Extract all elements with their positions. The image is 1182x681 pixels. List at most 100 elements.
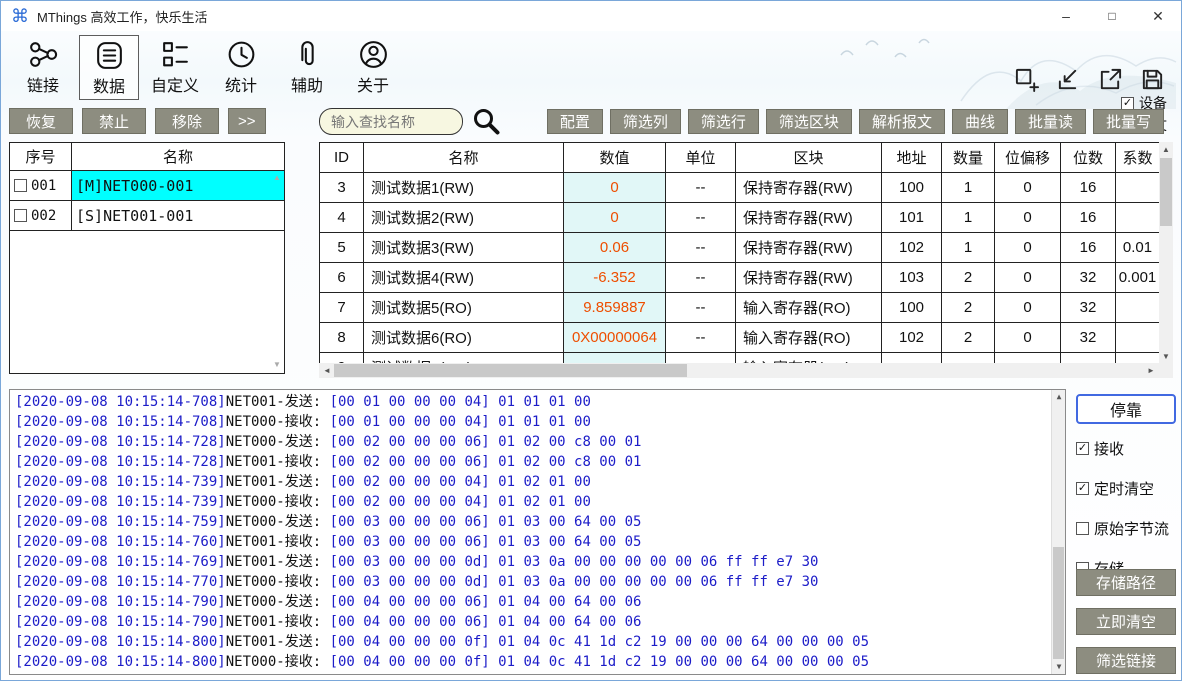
- log-direction: NET000-接收:: [226, 574, 330, 590]
- expand-button[interactable]: >>: [228, 108, 266, 134]
- cell-qty: 1: [942, 233, 995, 263]
- import-button[interactable]: [1056, 67, 1081, 95]
- export-button[interactable]: [1098, 67, 1123, 95]
- timed-clear-checkbox[interactable]: 定时清空: [1076, 478, 1169, 499]
- data-horizontal-scrollbar[interactable]: ◄ ►: [319, 363, 1173, 378]
- data-row[interactable]: 3测试数据1(RW)0--保持寄存器(RW)1001016: [320, 173, 1159, 203]
- filter-link-button[interactable]: 筛选链接: [1076, 647, 1176, 674]
- log-timestamp: [2020-09-08 10:15:14-760]: [15, 534, 226, 550]
- scroll-down-icon[interactable]: ▼: [1159, 349, 1173, 363]
- checkbox-label: 原始字节流: [1094, 518, 1169, 539]
- data-column-header: 位数: [1061, 143, 1116, 173]
- cell-qty: 1: [942, 203, 995, 233]
- data-row[interactable]: 6测试数据4(RW)-6.352--保持寄存器(RW)10320320.001: [320, 263, 1159, 293]
- log-timestamp: [2020-09-08 10:15:14-769]: [15, 554, 226, 570]
- data-column-header: 数值: [564, 143, 666, 173]
- log-hex: [00 01 00 00 00 04] 01 01 01 00: [330, 394, 591, 410]
- data-column-header: 区块: [736, 143, 882, 173]
- receive-checkbox[interactable]: 接收: [1076, 438, 1169, 459]
- log-scrollbar-thumb[interactable]: [1053, 547, 1064, 659]
- restore-button[interactable]: 恢复: [9, 108, 73, 134]
- new-window-button[interactable]: [1014, 67, 1039, 95]
- clear-now-button[interactable]: 立即清空: [1076, 608, 1176, 635]
- device-row-checkbox[interactable]: [14, 179, 27, 192]
- parse-message-button[interactable]: 解析报文: [859, 109, 945, 134]
- close-button[interactable]: ✕: [1135, 1, 1181, 31]
- device-column-header: 名称: [72, 143, 284, 170]
- config-button[interactable]: 配置: [547, 109, 603, 134]
- log-scrollbar[interactable]: ▲ ▼: [1051, 390, 1065, 674]
- log-line: [2020-09-08 10:15:14-800]NET001-发送: [00 …: [15, 632, 1045, 652]
- title-bar: ⌘ MThings 高效工作，快乐生活 – □ ✕: [1, 1, 1181, 31]
- log-line: [2020-09-08 10:15:14-769]NET001-发送: [00 …: [15, 552, 1045, 572]
- log-timestamp: [2020-09-08 10:15:14-790]: [15, 594, 226, 610]
- checkbox-icon[interactable]: [1076, 482, 1089, 495]
- dock-button[interactable]: 停靠: [1076, 394, 1176, 424]
- scroll-up-icon[interactable]: ▲: [1052, 390, 1066, 404]
- remove-button[interactable]: 移除: [155, 108, 219, 134]
- device-row[interactable]: 001[M]NET000-001: [10, 171, 284, 201]
- cell-bit_offset: 0: [995, 263, 1061, 293]
- custom-icon: [159, 38, 192, 71]
- scroll-down-icon[interactable]: ▼: [273, 360, 281, 369]
- batch-read-button[interactable]: 批量读: [1015, 109, 1086, 134]
- device-table-body: 001[M]NET000-001002[S]NET001-001: [10, 171, 284, 231]
- toolbar-item-statistics[interactable]: 统计: [211, 35, 271, 98]
- data-row[interactable]: 8测试数据6(RO)0X00000064--输入寄存器(RO)1022032: [320, 323, 1159, 353]
- device-scrollbar[interactable]: ▲ ▼: [272, 173, 282, 369]
- search-icon[interactable]: [471, 106, 501, 136]
- checkbox-icon[interactable]: [1076, 442, 1089, 455]
- device-table-header: 序号名称: [10, 143, 284, 171]
- data-row[interactable]: 7测试数据5(RO)9.859887--输入寄存器(RO)1002032: [320, 293, 1159, 323]
- vertical-scrollbar-thumb[interactable]: [1160, 158, 1172, 226]
- toolbar-item-about[interactable]: 关于: [343, 35, 403, 98]
- storage-path-button[interactable]: 存储路径: [1076, 569, 1176, 596]
- cell-id: 3: [320, 173, 364, 203]
- paperclip-icon: [291, 38, 324, 71]
- save-button[interactable]: [1140, 67, 1165, 95]
- scroll-right-icon[interactable]: ►: [1144, 363, 1158, 377]
- filter-column-button[interactable]: 筛选列: [610, 109, 681, 134]
- forbid-button[interactable]: 禁止: [82, 108, 146, 134]
- cell-unit: --: [666, 323, 736, 353]
- horizontal-scrollbar-thumb[interactable]: [334, 364, 687, 377]
- batch-write-button[interactable]: 批量写: [1093, 109, 1164, 134]
- log-panel[interactable]: [2020-09-08 10:15:14-708]NET001-发送: [00 …: [9, 389, 1066, 675]
- checkbox-icon[interactable]: [1076, 522, 1089, 535]
- log-timestamp: [2020-09-08 10:15:14-739]: [15, 494, 226, 510]
- device-row[interactable]: 002[S]NET001-001: [10, 201, 284, 231]
- search-input[interactable]: [319, 108, 463, 135]
- scroll-up-icon[interactable]: ▲: [273, 173, 281, 182]
- toolbar-item-data[interactable]: 数据: [79, 35, 139, 100]
- data-row[interactable]: 5测试数据3(RW)0.06--保持寄存器(RW)10210160.01: [320, 233, 1159, 263]
- cell-addr: 102: [882, 323, 942, 353]
- data-row[interactable]: 4测试数据2(RW)0--保持寄存器(RW)1011016: [320, 203, 1159, 233]
- data-vertical-scrollbar[interactable]: ▲ ▼: [1159, 142, 1173, 363]
- raw-byte-stream-checkbox[interactable]: 原始字节流: [1076, 518, 1169, 539]
- cell-coef: [1116, 203, 1159, 233]
- log-timestamp: [2020-09-08 10:15:14-728]: [15, 434, 226, 450]
- log-direction: NET000-发送:: [226, 594, 330, 610]
- log-timestamp: [2020-09-08 10:15:14-739]: [15, 474, 226, 490]
- scroll-up-icon[interactable]: ▲: [1159, 142, 1173, 156]
- maximize-button[interactable]: □: [1089, 1, 1135, 31]
- scroll-down-icon[interactable]: ▼: [1052, 660, 1066, 674]
- log-hex: [00 04 00 00 00 0f] 01 04 0c 41 1d c2 19…: [330, 634, 869, 650]
- cell-bits: 16: [1061, 173, 1116, 203]
- toolbar-item-assist[interactable]: 辅助: [277, 35, 337, 98]
- cell-value: 0: [564, 173, 666, 203]
- device-row-number: 002: [31, 208, 56, 224]
- scroll-left-icon[interactable]: ◄: [320, 363, 334, 377]
- filter-block-button[interactable]: 筛选区块: [766, 109, 852, 134]
- toolbar-item-custom[interactable]: 自定义: [145, 35, 205, 98]
- cell-qty: 2: [942, 323, 995, 353]
- cell-unit: --: [666, 233, 736, 263]
- curve-button[interactable]: 曲线: [952, 109, 1008, 134]
- filter-row-button[interactable]: 筛选行: [688, 109, 759, 134]
- toolbar-item-link[interactable]: 链接: [13, 35, 73, 98]
- device-row-checkbox[interactable]: [14, 209, 27, 222]
- checkbox-icon[interactable]: [1121, 97, 1134, 110]
- minimize-button[interactable]: –: [1043, 1, 1089, 31]
- cell-id: 8: [320, 323, 364, 353]
- cell-coef: [1116, 293, 1159, 323]
